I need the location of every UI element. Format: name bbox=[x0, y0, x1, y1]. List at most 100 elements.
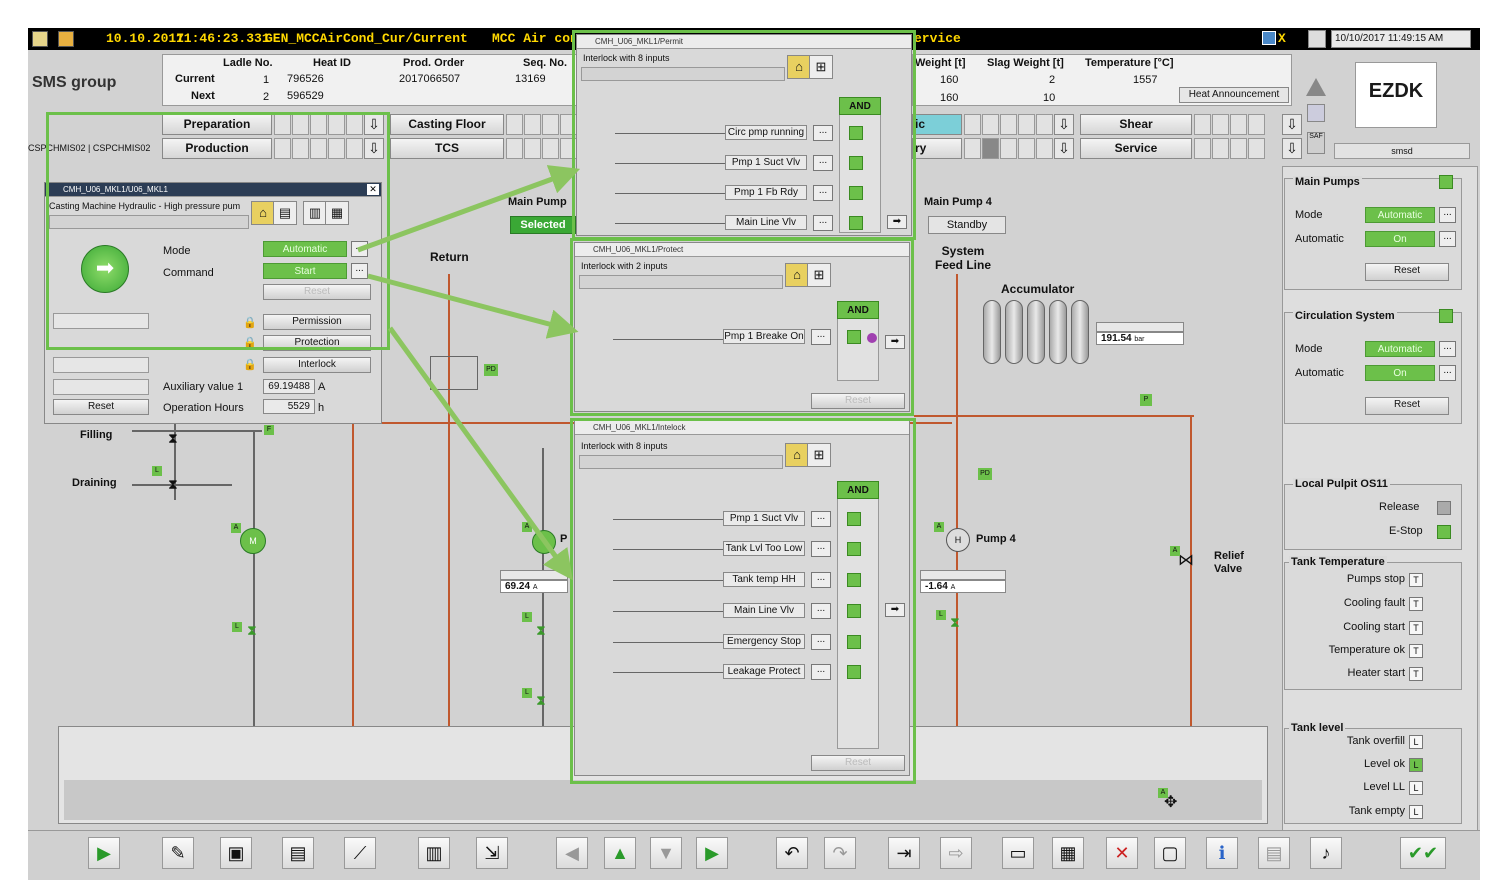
arrow-right-icon[interactable]: ➡ bbox=[885, 603, 905, 617]
more-button[interactable]: ... bbox=[813, 125, 833, 141]
motor-icon[interactable]: M bbox=[240, 528, 266, 554]
reset-disabled-button[interactable]: Reset bbox=[263, 284, 371, 300]
warning-icon[interactable] bbox=[58, 31, 74, 47]
intelock-input-2[interactable]: Tank Lvl Too Low bbox=[723, 541, 805, 556]
alert-triangle-icon[interactable] bbox=[1306, 76, 1326, 96]
nav-partial-ry[interactable]: ry bbox=[912, 138, 962, 159]
up-icon[interactable]: ▲ bbox=[604, 837, 636, 869]
network-icon[interactable]: ⊞ bbox=[809, 55, 833, 79]
folder-icon[interactable]: ▭ bbox=[1002, 837, 1034, 869]
thermometer-icon[interactable]: ▥ bbox=[418, 837, 450, 869]
monitor-icon[interactable] bbox=[1307, 104, 1325, 122]
casting-floor-button[interactable]: Casting Floor bbox=[390, 114, 504, 135]
play-icon[interactable]: ▶ bbox=[88, 837, 120, 869]
note-icon[interactable]: ▣ bbox=[220, 837, 252, 869]
valve-icon[interactable]: ⧗ bbox=[168, 476, 178, 493]
close-icon[interactable]: ✕ bbox=[367, 184, 379, 195]
automatic-value[interactable]: On bbox=[1365, 365, 1435, 381]
acknowledge-all-icon[interactable]: ✔✔ bbox=[1400, 837, 1446, 869]
arrow-down-icon[interactable]: ⇩ bbox=[1282, 114, 1302, 135]
mode-value[interactable]: Automatic bbox=[1365, 341, 1435, 357]
service-button[interactable]: Service bbox=[1080, 138, 1192, 159]
sound-icon[interactable]: ♪ bbox=[1310, 837, 1342, 869]
mode-value[interactable]: Automatic bbox=[1365, 207, 1435, 223]
more-button[interactable]: ... bbox=[813, 155, 833, 171]
intelock-input-1[interactable]: Pmp 1 Suct Vlv bbox=[723, 511, 805, 526]
home-icon[interactable]: ⌂ bbox=[787, 55, 811, 79]
more-button[interactable]: ... bbox=[1439, 365, 1456, 381]
export-icon[interactable]: ⇲ bbox=[476, 837, 508, 869]
home-icon[interactable] bbox=[32, 31, 48, 47]
more-button[interactable]: ... bbox=[811, 511, 831, 527]
network-icon[interactable]: ⊞ bbox=[807, 443, 831, 467]
more-button[interactable]: ... bbox=[351, 241, 368, 257]
preparation-button[interactable]: Preparation bbox=[162, 114, 272, 135]
settings-icon[interactable]: ▦ bbox=[325, 201, 349, 225]
arrow-down-icon[interactable]: ⇩ bbox=[364, 138, 384, 159]
more-button[interactable]: ... bbox=[811, 603, 831, 619]
permission-button[interactable]: Permission bbox=[263, 314, 371, 330]
reset-button[interactable]: Reset bbox=[811, 755, 905, 771]
more-button[interactable]: ... bbox=[811, 634, 831, 650]
arrow-right-icon[interactable]: ➡ bbox=[887, 215, 907, 229]
intelock-input-5[interactable]: Emergency Stop bbox=[723, 634, 805, 649]
permit-input-4[interactable]: Main Line Vlv bbox=[725, 215, 807, 230]
forward-icon[interactable]: ▶ bbox=[696, 837, 728, 869]
back-icon[interactable]: ◀ bbox=[556, 837, 588, 869]
arrow-down-icon[interactable]: ⇩ bbox=[1054, 114, 1074, 135]
monitor-view-icon[interactable]: ▢ bbox=[1154, 837, 1186, 869]
redo-icon[interactable]: ↷ bbox=[824, 837, 856, 869]
valve-icon[interactable]: ⧗ bbox=[247, 622, 257, 639]
more-button[interactable]: ... bbox=[811, 664, 831, 680]
reset-button[interactable]: Reset bbox=[53, 399, 149, 415]
send-icon[interactable]: ⇨ bbox=[940, 837, 972, 869]
automatic-value[interactable]: On bbox=[1365, 231, 1435, 247]
valve-icon[interactable]: ⧗ bbox=[168, 430, 178, 447]
chart-icon[interactable]: ▥ bbox=[303, 201, 327, 225]
permit-input-2[interactable]: Pmp 1 Suct Vlv bbox=[725, 155, 807, 170]
calendar-icon[interactable] bbox=[1308, 30, 1326, 48]
valve-icon[interactable]: ⧗ bbox=[536, 692, 546, 709]
home-icon[interactable]: ⌂ bbox=[785, 263, 809, 287]
save-icon[interactable]: ▦ bbox=[1052, 837, 1084, 869]
shear-button[interactable]: Shear bbox=[1080, 114, 1192, 135]
valve-icon[interactable]: ⧗ bbox=[536, 622, 546, 639]
intelock-input-3[interactable]: Tank temp HH bbox=[723, 572, 805, 587]
print-icon[interactable]: ▤ bbox=[1258, 837, 1290, 869]
intelock-input-4[interactable]: Main Line Vlv bbox=[723, 603, 805, 618]
pump-4-icon[interactable]: H bbox=[946, 528, 970, 552]
filter-icon[interactable] bbox=[430, 356, 478, 390]
arrow-down-icon[interactable]: ⇩ bbox=[364, 114, 384, 135]
tcs-button[interactable]: TCS bbox=[390, 138, 504, 159]
more-button[interactable]: ... bbox=[811, 329, 831, 345]
protection-button[interactable]: Protection bbox=[263, 335, 371, 351]
pump-icon[interactable] bbox=[532, 530, 556, 554]
reset-button[interactable]: Reset bbox=[1365, 263, 1449, 281]
wrench-icon[interactable]: ✎ bbox=[162, 837, 194, 869]
close-alarm-icon[interactable]: X bbox=[1278, 31, 1286, 46]
network-icon[interactable]: ⊞ bbox=[807, 263, 831, 287]
more-button[interactable]: ... bbox=[351, 263, 368, 279]
mode-value[interactable]: Automatic bbox=[263, 241, 347, 257]
reset-button[interactable]: Reset bbox=[811, 393, 905, 409]
valve-icon[interactable]: ⧗ bbox=[950, 614, 960, 631]
down-icon[interactable]: ▼ bbox=[650, 837, 682, 869]
arrow-right-icon[interactable]: ➡ bbox=[885, 335, 905, 349]
delete-icon[interactable]: ✕ bbox=[1106, 837, 1138, 869]
selected-button[interactable]: Selected bbox=[510, 216, 576, 234]
arrow-down-icon[interactable]: ⇩ bbox=[1282, 138, 1302, 159]
home-icon[interactable]: ⌂ bbox=[785, 443, 809, 467]
interlock-button[interactable]: Interlock bbox=[263, 357, 371, 373]
relief-valve-icon[interactable]: ⋈ bbox=[1178, 550, 1194, 570]
saf-icon[interactable]: SAF bbox=[1307, 132, 1325, 154]
more-button[interactable]: ... bbox=[1439, 341, 1456, 357]
more-button[interactable]: ... bbox=[813, 185, 833, 201]
acknowledge-icon[interactable] bbox=[1262, 31, 1276, 45]
command-value[interactable]: Start bbox=[263, 263, 347, 279]
trend-icon[interactable]: ⟋ bbox=[344, 837, 376, 869]
intelock-input-6[interactable]: Leakage Protect bbox=[723, 664, 805, 679]
more-button[interactable]: ... bbox=[813, 215, 833, 231]
report-icon[interactable]: ▤ bbox=[282, 837, 314, 869]
document-icon[interactable]: ▤ bbox=[273, 201, 297, 225]
heat-announcement-button[interactable]: Heat Announcement bbox=[1179, 87, 1289, 103]
